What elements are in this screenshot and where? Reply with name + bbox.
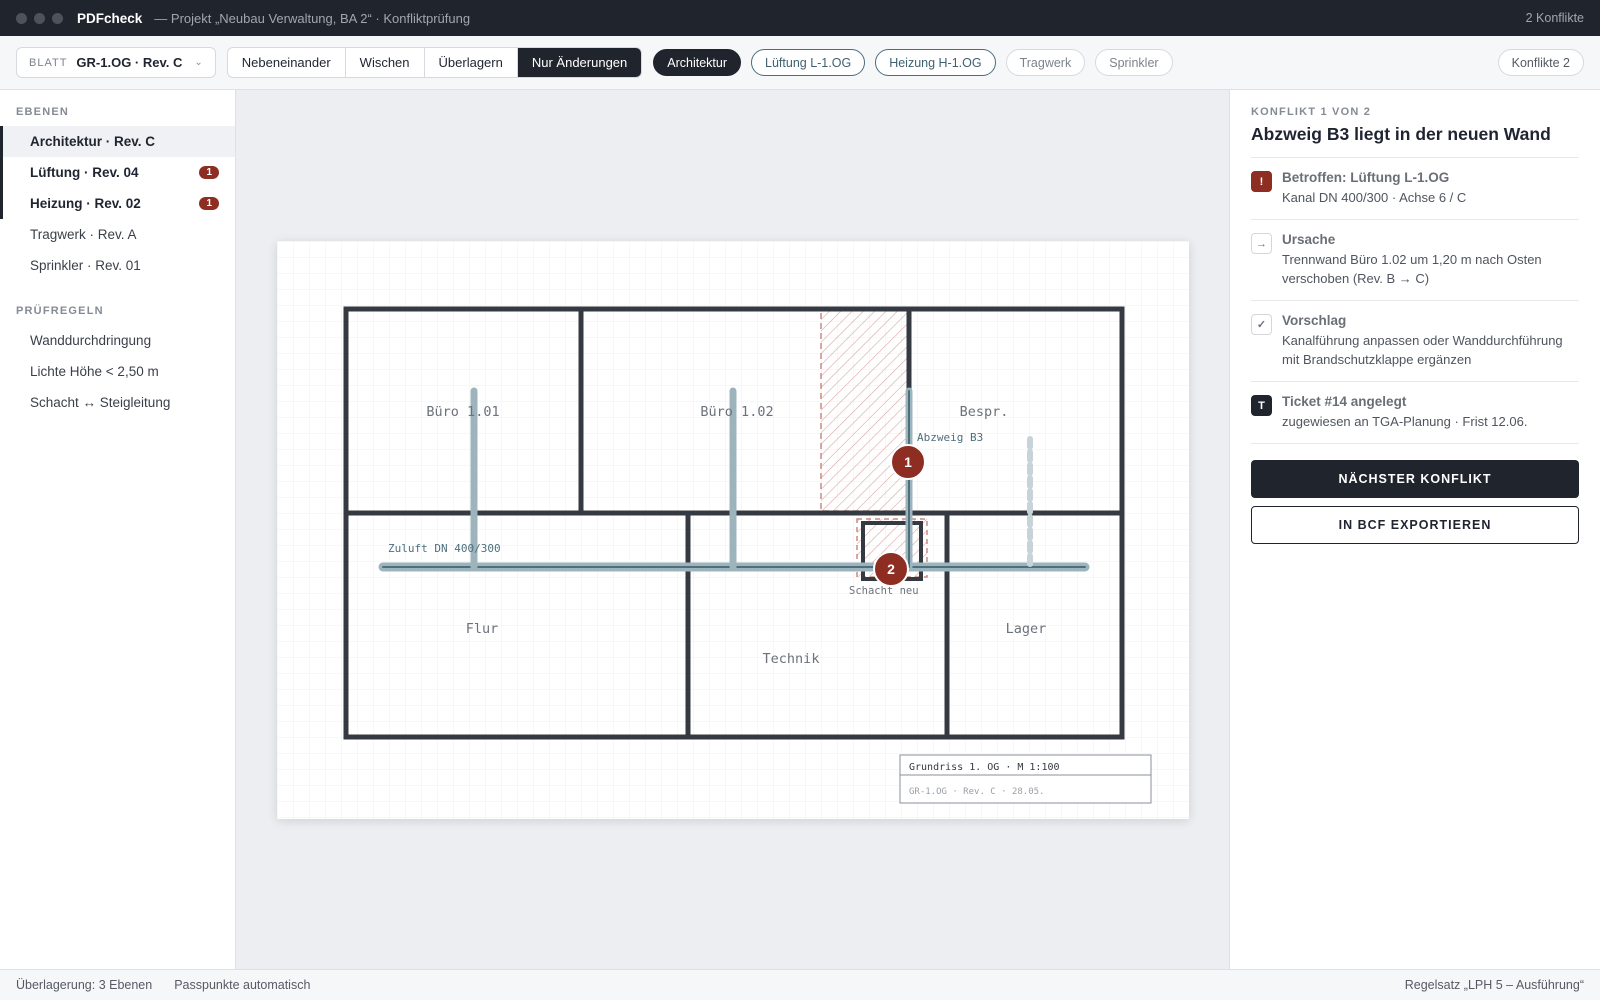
- warning-icon: !: [1251, 171, 1272, 192]
- view-mode-changes-only[interactable]: Nur Änderungen: [517, 48, 642, 77]
- room-label: Bespr.: [960, 404, 1009, 420]
- ticket-icon: T: [1251, 395, 1272, 416]
- layer-item-heizung[interactable]: Heizung · Rev. 02 1: [0, 188, 235, 219]
- room-label: Büro 1.02: [700, 404, 773, 420]
- room-label: Büro 1.01: [426, 404, 499, 420]
- minimize-window-button[interactable]: [34, 12, 45, 24]
- checkmark-icon: ✓: [1251, 314, 1272, 335]
- filter-heizung[interactable]: Heizung H-1.OG: [875, 49, 996, 76]
- conflict-marker-1[interactable]: 1: [890, 444, 926, 480]
- branch-label: Abzweig B3: [917, 431, 983, 444]
- maximize-window-button[interactable]: [52, 12, 63, 24]
- marker-number: 1: [904, 454, 912, 470]
- arrow-right-icon: →: [1251, 233, 1272, 254]
- ruleset-status[interactable]: Regelsatz „LPH 5 – Ausführung“: [1405, 978, 1584, 992]
- title-block-sub: GR-1.OG · Rev. C · 28.05.: [909, 787, 1044, 797]
- conflict-zone[interactable]: [820, 308, 910, 512]
- conflict-panel: KONFLIKT 1 VON 2 Abzweig B3 liegt in der…: [1229, 90, 1600, 969]
- room-label: Flur: [466, 621, 499, 637]
- rules-section-title: PRÜFREGELN: [16, 305, 104, 317]
- filter-lueftung[interactable]: Lüftung L-1.OG: [751, 49, 866, 76]
- filter-sprinkler[interactable]: Sprinkler: [1095, 49, 1173, 76]
- layer-label: Heizung · Rev. 02: [30, 196, 141, 211]
- conflict-caption: KONFLIKT 1 VON 2: [1251, 106, 1372, 118]
- registration-status: Passpunkte automatisch: [174, 978, 311, 992]
- layer-label: Lüftung · Rev. 04: [30, 165, 139, 180]
- drawing-canvas[interactable]: Büro 1.01 Büro 1.02 Bespr. Flur Technik …: [237, 90, 1229, 969]
- layer-item-lueftung[interactable]: Lüftung · Rev. 04 1: [0, 157, 235, 188]
- sheet-caption: BLATT: [29, 56, 68, 69]
- layer-label: Tragwerk · Rev. A: [30, 227, 137, 242]
- view-mode-overlay[interactable]: Überlagern: [425, 48, 518, 77]
- layers-section-title: EBENEN: [16, 106, 70, 118]
- layer-label: Sprinkler · Rev. 01: [30, 258, 141, 273]
- conflict-detail-suggestion: ✓ Vorschlag Kanalführung anpassen oder W…: [1251, 301, 1579, 382]
- conflict-badge: 1: [199, 166, 219, 179]
- marker-number: 2: [887, 561, 895, 577]
- conflict-marker-2[interactable]: 2: [873, 551, 909, 587]
- view-mode-group: Nebeneinander Wischen Überlagern Nur Änd…: [226, 47, 643, 78]
- layer-item-sprinkler[interactable]: Sprinkler · Rev. 01: [0, 250, 235, 281]
- next-conflict-button[interactable]: NÄCHSTER KONFLIKT: [1251, 460, 1579, 498]
- close-window-button[interactable]: [16, 12, 27, 24]
- document-title: — Projekt „Neubau Verwaltung, BA 2“ · Ko…: [154, 10, 471, 26]
- sidebar: EBENEN Architektur · Rev. C Lüftung · Re…: [0, 90, 236, 969]
- floor-plan: Büro 1.01 Büro 1.02 Bespr. Flur Technik …: [277, 241, 1189, 819]
- rule-item-schacht[interactable]: Schacht ↔ Steigleitung: [0, 387, 235, 418]
- conflict-title: Abzweig B3 liegt in der neuen Wand: [1251, 124, 1579, 158]
- filter-tragwerk[interactable]: Tragwerk: [1005, 49, 1086, 76]
- view-mode-side-by-side[interactable]: Nebeneinander: [228, 48, 346, 77]
- rule-item-wanddurchdringung[interactable]: Wanddurchdringung: [0, 325, 235, 356]
- view-mode-swipe[interactable]: Wischen: [346, 48, 425, 77]
- conflict-detail-cause: → Ursache Trennwand Büro 1.02 um 1,20 m …: [1251, 220, 1579, 301]
- toolbar: BLATT GR-1.OG · Rev. C ⌄ Nebeneinander W…: [0, 36, 1600, 90]
- detail-title: Ticket #14 angelegt: [1282, 394, 1407, 409]
- detail-title: Betroffen: Lüftung L-1.OG: [1282, 170, 1450, 185]
- detail-body: Kanal DN 400/300 · Achse 6 / C: [1282, 190, 1467, 205]
- status-bar: Überlagerung: 3 Ebenen Passpunkte automa…: [0, 969, 1600, 1000]
- layer-item-architektur[interactable]: Architektur · Rev. C: [0, 126, 235, 157]
- room-label: Technik: [763, 651, 820, 667]
- sheet-value: GR-1.OG · Rev. C: [76, 55, 183, 70]
- detail-title: Vorschlag: [1282, 313, 1347, 328]
- conflicts-count: 2 Konflikte: [1525, 11, 1584, 25]
- window-controls: [16, 12, 63, 24]
- detail-body: zugewiesen an TGA-Planung · Frist 12.06.: [1282, 414, 1528, 429]
- title-block-title: Grundriss 1. OG · M 1:100: [909, 762, 1060, 773]
- export-bcf-button[interactable]: IN BCF EXPORTIEREN: [1251, 506, 1579, 544]
- rule-item-lichte-hoehe[interactable]: Lichte Höhe < 2,50 m: [0, 356, 235, 387]
- detail-body: Trennwand Büro 1.02 um 1,20 m nach Osten…: [1282, 252, 1542, 286]
- room-label: Lager: [1006, 621, 1047, 637]
- shaft-label: Schacht neu: [849, 585, 919, 597]
- layer-item-tragwerk[interactable]: Tragwerk · Rev. A: [0, 219, 235, 250]
- duct-label: Zuluft DN 400/300: [388, 542, 501, 555]
- detail-body: Kanalführung anpassen oder Wanddurchführ…: [1282, 333, 1563, 367]
- filter-architektur[interactable]: Architektur: [653, 49, 742, 76]
- title-block: Grundriss 1. OG · M 1:100 GR-1.OG · Rev.…: [899, 754, 1152, 804]
- conflict-detail-affected: ! Betroffen: Lüftung L-1.OG Kanal DN 400…: [1251, 158, 1579, 220]
- drawing-sheet: Büro 1.01 Büro 1.02 Bespr. Flur Technik …: [277, 241, 1189, 819]
- overlay-status: Überlagerung: 3 Ebenen: [16, 978, 153, 992]
- app-name: PDFcheck: [77, 10, 143, 26]
- detail-title: Ursache: [1282, 232, 1336, 247]
- conflicts-chip[interactable]: Konflikte 2: [1497, 49, 1584, 76]
- sheet-select[interactable]: BLATT GR-1.OG · Rev. C ⌄: [16, 47, 216, 78]
- layer-label: Architektur · Rev. C: [30, 134, 156, 149]
- chevron-down-icon: ⌄: [194, 57, 203, 68]
- conflict-badge: 1: [199, 197, 219, 210]
- conflict-detail-ticket[interactable]: T Ticket #14 angelegt zugewiesen an TGA-…: [1251, 382, 1579, 444]
- title-bar: PDFcheck — Projekt „Neubau Verwaltung, B…: [0, 0, 1600, 36]
